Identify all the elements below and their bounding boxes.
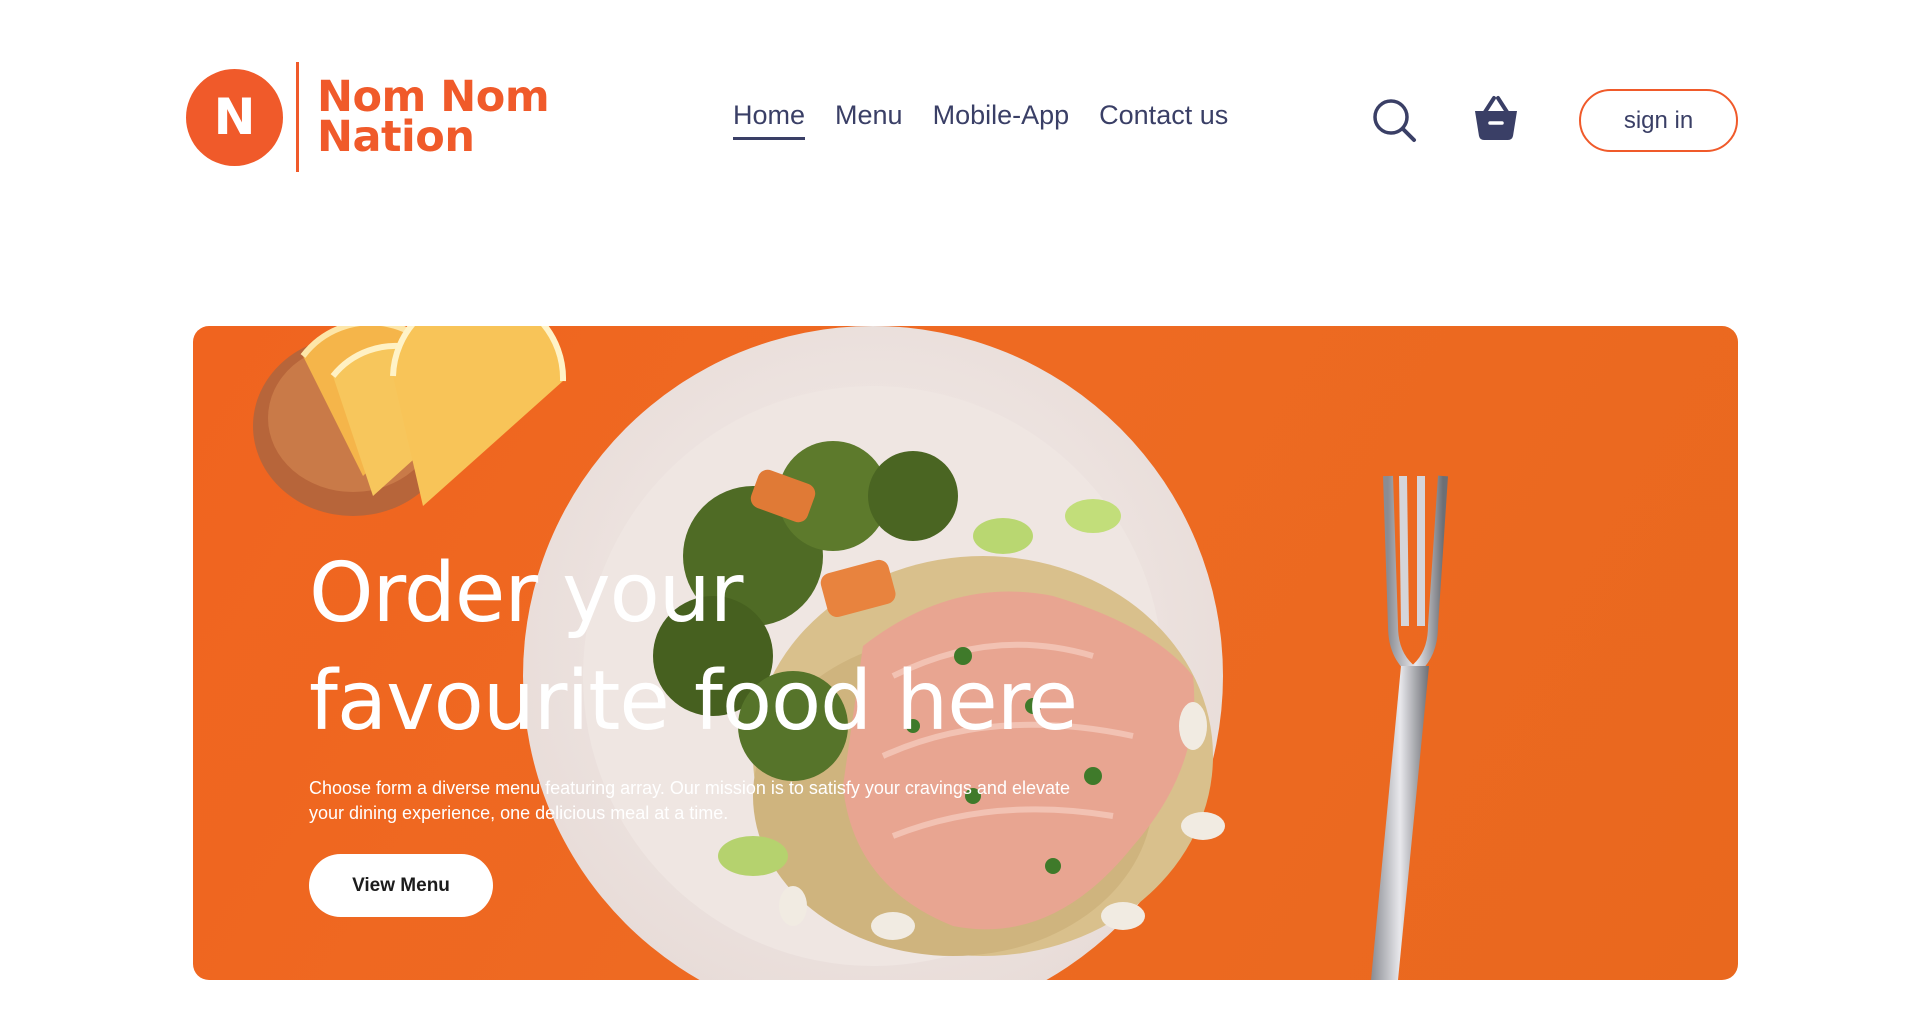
hero-title-line1: Order your [309, 546, 743, 641]
nav-item-contact-us[interactable]: Contact us [1099, 100, 1228, 140]
brand-name-line2: Nation [317, 112, 475, 162]
brand-name-line1: Nom Nom [317, 72, 550, 122]
basket-icon[interactable] [1472, 92, 1520, 142]
lemon-bowl-graphic [253, 326, 567, 516]
fork-graphic [1371, 475, 1448, 980]
logo-divider [296, 62, 299, 172]
view-menu-button[interactable]: View Menu [309, 854, 493, 917]
sign-in-button[interactable]: sign in [1579, 89, 1738, 152]
nav-item-home[interactable]: Home [733, 100, 806, 140]
nav-item-menu[interactable]: Menu [835, 100, 903, 140]
brand-logo[interactable]: N Nom Nom Nation [186, 62, 550, 172]
site-header: N Nom Nom Nation Home Menu Mobile-App Co… [0, 0, 1909, 240]
hero-banner: Order your favourite food here Choose fo… [193, 326, 1738, 980]
hero-description: Choose form a diverse menu featuring arr… [309, 778, 1071, 823]
nav-item-mobile-app[interactable]: Mobile-App [933, 100, 1070, 140]
logo-letter: N [213, 88, 256, 146]
main-nav: Home Menu Mobile-App Contact us [733, 100, 1228, 140]
hero-title: Order your favourite food here [309, 540, 1109, 756]
logo-badge: N [186, 68, 283, 166]
hero-title-line2: favourite food here [309, 654, 1078, 749]
brand-name: Nom Nom Nation [317, 72, 550, 162]
search-icon[interactable] [1370, 96, 1418, 144]
